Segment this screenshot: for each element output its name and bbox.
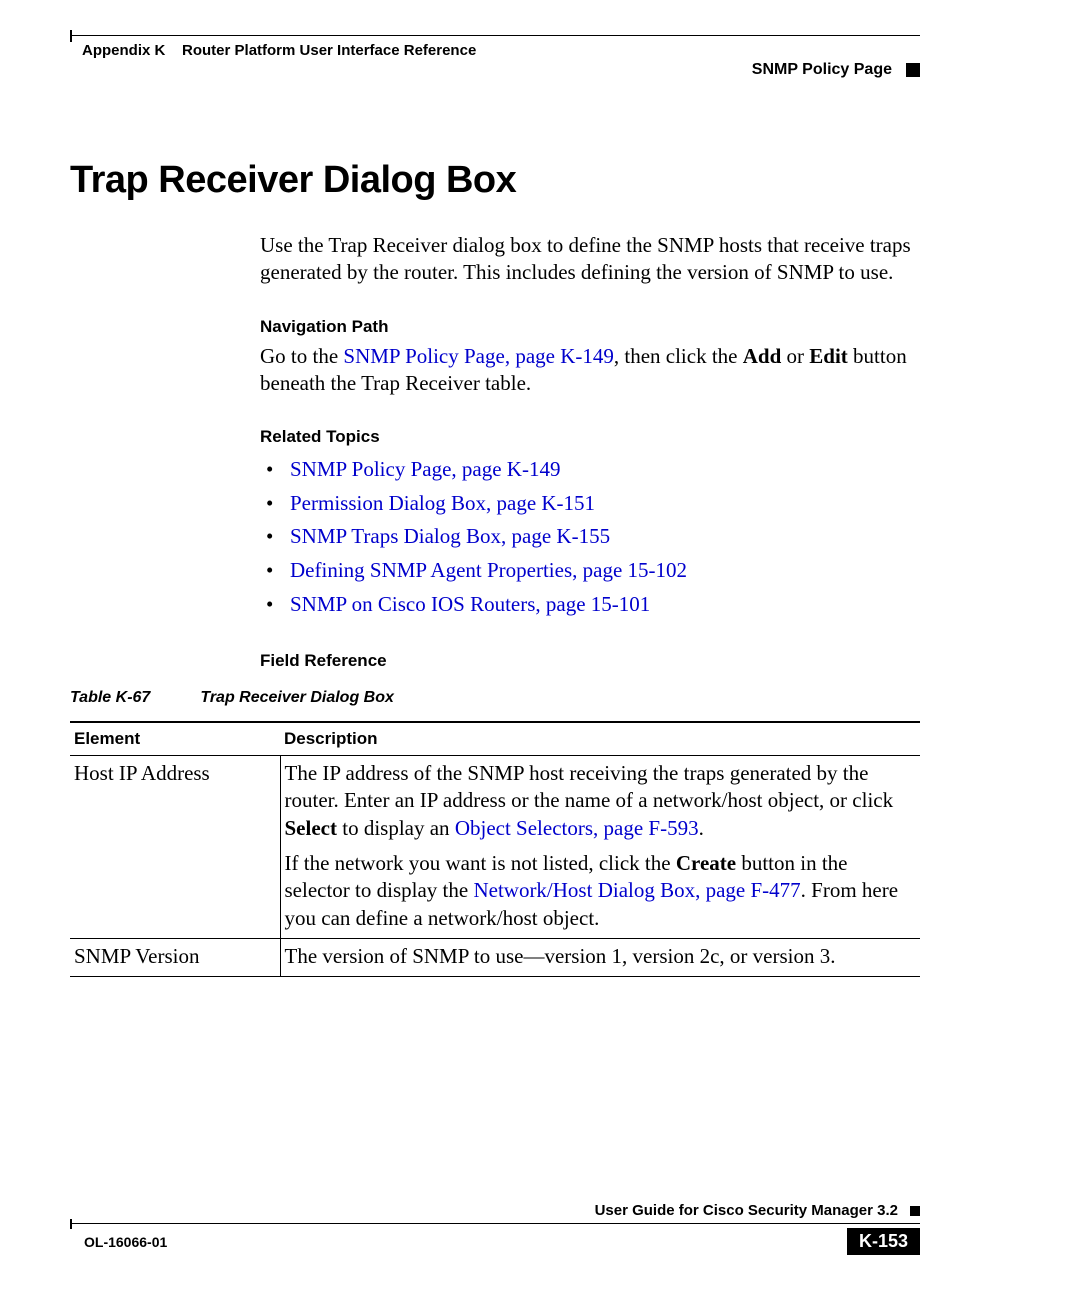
table-row: SNMP Version The version of SNMP to use—…	[70, 938, 920, 976]
page-number: K-153	[847, 1228, 920, 1255]
select-button-ref: Select	[285, 816, 337, 840]
cell-description: The version of SNMP to use—version 1, ve…	[280, 938, 920, 976]
section-title: SNMP Policy Page	[752, 61, 892, 79]
navigation-path-text: Go to the SNMP Policy Page, page K-149, …	[260, 343, 920, 398]
link-related-4[interactable]: SNMP on Cisco IOS Routers, page 15-101	[290, 592, 650, 616]
link-object-selectors[interactable]: Object Selectors, page F-593	[455, 816, 699, 840]
cell-element: SNMP Version	[70, 938, 280, 976]
table-row: Host IP Address The IP address of the SN…	[70, 756, 920, 939]
field-reference-table: Element Description Host IP Address The …	[70, 721, 920, 977]
link-network-host-dialog[interactable]: Network/Host Dialog Box, page F-477	[473, 878, 800, 902]
link-related-1[interactable]: Permission Dialog Box, page K-151	[290, 491, 595, 515]
add-button-ref: Add	[743, 344, 782, 368]
cell-description: The IP address of the SNMP host receivin…	[280, 756, 920, 939]
edit-button-ref: Edit	[809, 344, 848, 368]
col-element: Element	[70, 722, 280, 756]
chapter-title: Router Platform User Interface Reference	[182, 42, 476, 59]
intro-paragraph: Use the Trap Receiver dialog box to defi…	[260, 232, 920, 287]
link-related-2[interactable]: SNMP Traps Dialog Box, page K-155	[290, 524, 610, 548]
related-topics-heading: Related Topics	[260, 427, 920, 447]
table-caption: Table K-67Trap Receiver Dialog Box	[70, 689, 920, 707]
cell-element: Host IP Address	[70, 756, 280, 939]
table-number: Table K-67	[70, 689, 200, 706]
running-header-left: Appendix K Router Platform User Interfac…	[70, 42, 476, 59]
table-title: Trap Receiver Dialog Box	[200, 689, 394, 706]
footer-marker-icon	[910, 1206, 920, 1216]
field-reference-heading: Field Reference	[260, 651, 920, 671]
footer-doc-number: OL-16066-01	[70, 1234, 167, 1250]
appendix-label: Appendix K	[82, 42, 165, 59]
link-snmp-policy-page[interactable]: SNMP Policy Page, page K-149	[343, 344, 613, 368]
related-topics-list: SNMP Policy Page, page K-149 Permission …	[290, 453, 920, 621]
link-related-3[interactable]: Defining SNMP Agent Properties, page 15-…	[290, 558, 687, 582]
col-description: Description	[280, 722, 920, 756]
section-marker-icon	[906, 63, 920, 77]
footer-guide-title: User Guide for Cisco Security Manager 3.…	[595, 1202, 898, 1219]
link-related-0[interactable]: SNMP Policy Page, page K-149	[290, 457, 560, 481]
page-title: Trap Receiver Dialog Box	[70, 159, 920, 202]
create-button-ref: Create	[676, 851, 736, 875]
navigation-path-heading: Navigation Path	[260, 317, 920, 337]
